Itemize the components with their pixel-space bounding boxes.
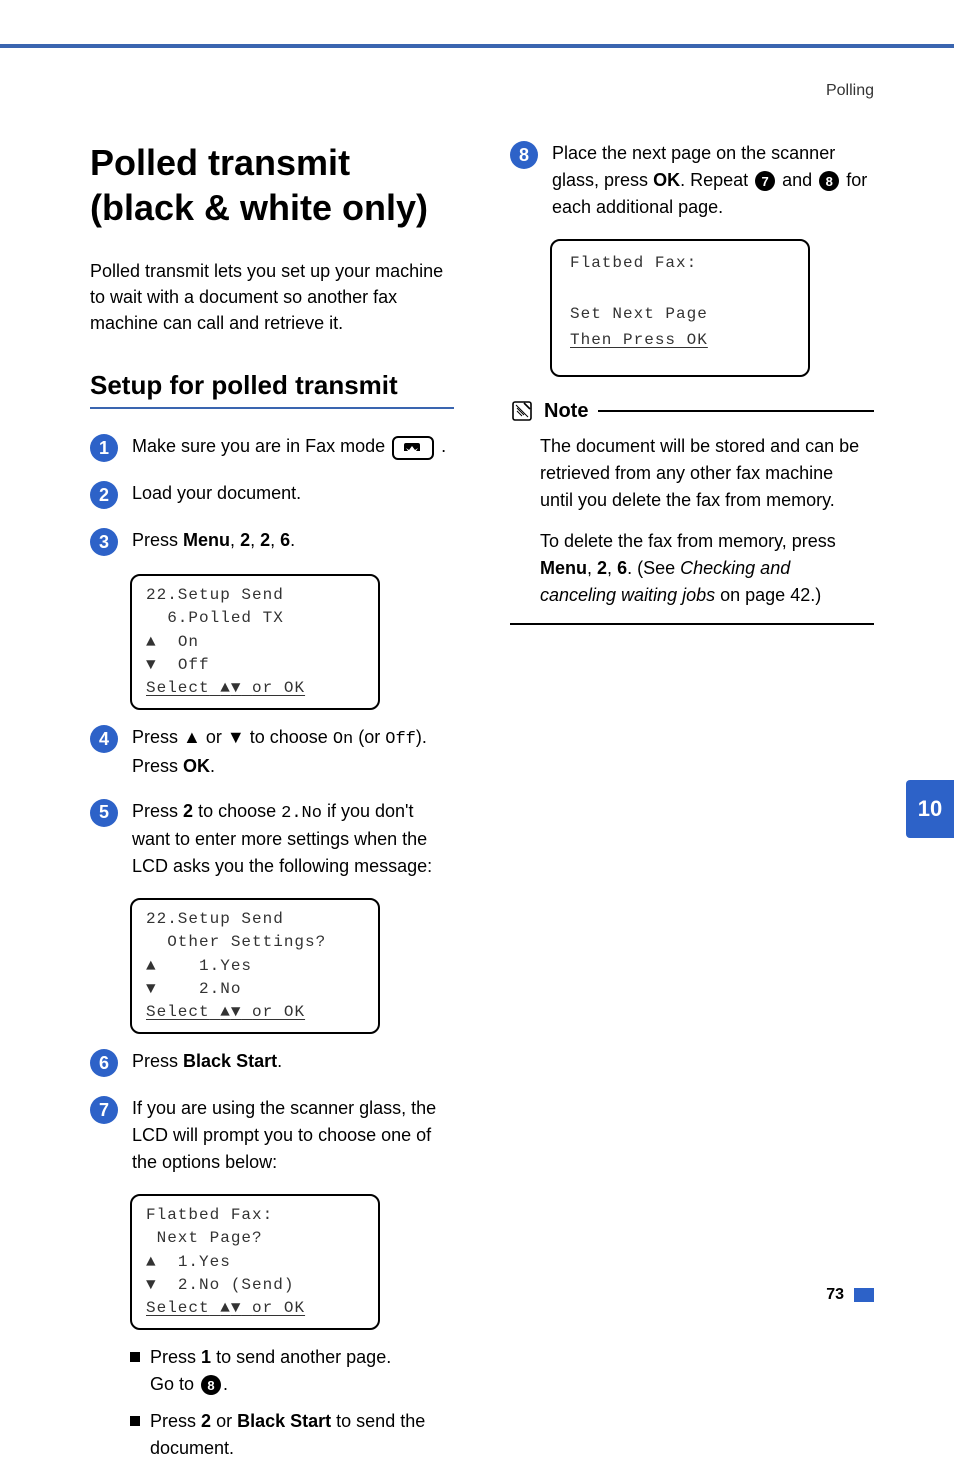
subheading-setup: Setup for polled transmit [90,370,454,409]
lcd-display-1: 22.Setup Send 6.Polled TX On Off Select … [130,574,380,710]
step-badge-5: 5 [90,799,118,827]
page-title: Polled transmit (black & white only) [90,140,454,230]
step-2-text: Load your document. [132,480,301,507]
note-title: Note [544,400,588,423]
step-badge-3: 3 [90,528,118,556]
note-body: The document will be stored and can be r… [540,433,874,609]
step-badge-1: 1 [90,434,118,462]
note-rule [598,410,874,412]
ref-badge-8b: 8 [819,171,839,191]
step-8-text: Place the next page on the scanner glass… [552,140,874,221]
step-badge-6: 6 [90,1049,118,1077]
step-badge-4: 4 [90,725,118,753]
step-6-text: Press Black Start. [132,1048,282,1075]
ref-badge-8: 8 [201,1375,221,1395]
page-header: Polling [826,82,874,100]
step-5-text: Press 2 to choose 2.No if you don't want… [132,798,454,881]
lcd-display-4: Flatbed Fax: Set Next Page Then Press OK [550,239,810,377]
intro-paragraph: Polled transmit lets you set up your mac… [90,258,454,336]
ref-badge-7: 7 [755,171,775,191]
footer-bar [854,1288,874,1302]
bullet-icon [130,1352,140,1362]
lcd-display-2: 22.Setup Send Other Settings? 1.Yes 2.No… [130,898,380,1034]
step-3-text: Press Menu, 2, 2, 6. [132,527,295,554]
lcd-display-3: Flatbed Fax: Next Page? 1.Yes 2.No (Send… [130,1194,380,1330]
note-icon [510,399,534,423]
note-bottom-rule [510,623,874,625]
chapter-tab: 10 [906,780,954,838]
step-1-text: Make sure you are in Fax mode . [132,433,446,460]
step-badge-2: 2 [90,481,118,509]
step-7-bullets: Press 1 to send another page. Go to 8. P… [130,1344,454,1462]
step-4-text: Press or to choose On (or Off). Press OK… [132,724,427,780]
page-number: 73 [826,1286,844,1304]
fax-mode-icon [392,436,434,460]
step-7-text: If you are using the scanner glass, the … [132,1095,454,1176]
bullet-icon [130,1416,140,1426]
step-badge-8: 8 [510,141,538,169]
step-badge-7: 7 [90,1096,118,1124]
